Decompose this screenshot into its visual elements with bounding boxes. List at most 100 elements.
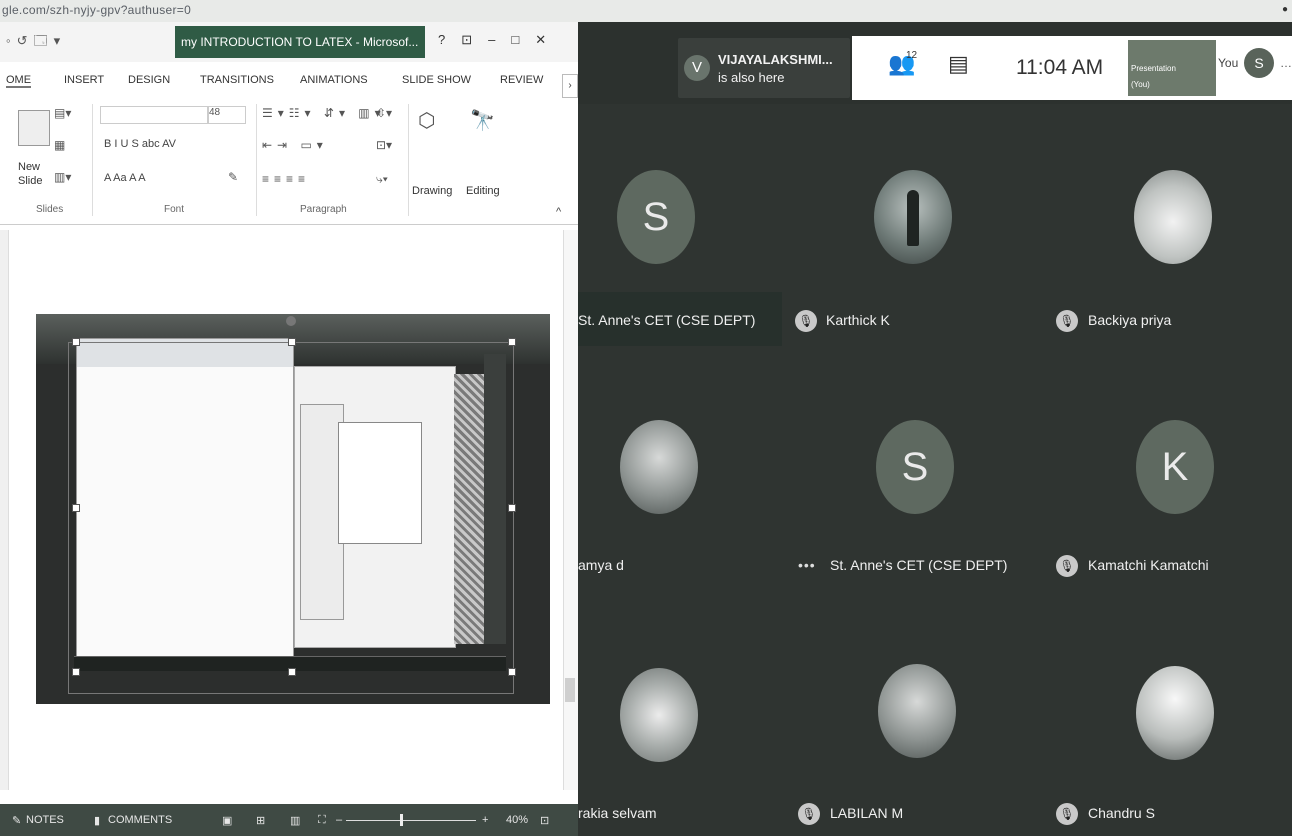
shapes-icon[interactable]: ⬡: [418, 108, 435, 133]
normal-view-icon[interactable]: ▣: [222, 814, 232, 827]
layout-icon[interactable]: ▤▾: [54, 106, 71, 120]
new-slide-label: New Slide: [18, 161, 43, 187]
more-options-icon[interactable]: …: [1280, 56, 1292, 70]
selection-frame[interactable]: [68, 342, 514, 694]
drawing-button[interactable]: Drawing: [412, 184, 452, 198]
zoom-in-button[interactable]: +: [482, 814, 488, 826]
smartart-icon[interactable]: ⤷▾: [376, 172, 388, 187]
tab-review[interactable]: REVIEW: [500, 74, 543, 86]
rotate-handle[interactable]: [286, 316, 296, 326]
customize-icon[interactable]: ▾: [54, 33, 67, 48]
person-silhouette: [907, 190, 919, 246]
font-name-select[interactable]: [100, 106, 208, 124]
zoom-level[interactable]: 40%: [506, 814, 528, 826]
slideshow-icon[interactable]: 🗔: [34, 33, 54, 48]
avatar: S: [617, 170, 695, 264]
ribbon-home: New Slide ▤▾ ▦ ▥▾ 48 B I U S abc AV A Aa…: [0, 98, 578, 225]
you-label: You: [1218, 56, 1239, 70]
undo-icon[interactable]: ↺: [17, 33, 34, 48]
font-size-select[interactable]: 48: [208, 106, 246, 124]
thumbnail-pane-edge[interactable]: [0, 230, 9, 790]
scrollbar-thumb[interactable]: [565, 678, 575, 702]
group-label-font: Font: [164, 204, 185, 215]
tab-scroll-right-icon[interactable]: ›: [562, 74, 578, 98]
tab-transitions[interactable]: TRANSITIONS: [200, 74, 274, 86]
mic-muted-icon: 🎙: [795, 310, 817, 332]
resize-handle[interactable]: [508, 338, 516, 346]
resize-handle[interactable]: [288, 338, 296, 346]
resize-handle[interactable]: [72, 668, 80, 676]
close-button[interactable]: ✕: [535, 32, 562, 47]
binoculars-icon[interactable]: 🔭: [470, 108, 495, 133]
text-direction-icon[interactable]: ⇳▾: [376, 106, 392, 120]
ribbon-display-button[interactable]: ⊡: [461, 32, 488, 47]
divider: [408, 104, 409, 216]
participant-name: rakia selvam: [578, 805, 657, 821]
participant-name: amya d: [578, 557, 624, 573]
comments-icon[interactable]: ▮: [94, 814, 100, 827]
title-bar: ◦↺🗔▾ my INTRODUCTION TO LATEX - Microsof…: [0, 22, 578, 62]
presentation-sub: (You): [1131, 80, 1150, 89]
resize-handle[interactable]: [288, 668, 296, 676]
comments-button[interactable]: COMMENTS: [108, 814, 172, 826]
indent-buttons[interactable]: ⇤⇥ ▭▾: [262, 138, 328, 152]
help-button[interactable]: ?: [438, 32, 461, 47]
editing-button[interactable]: Editing: [466, 184, 500, 198]
align-buttons[interactable]: ≡≡≡≡: [262, 172, 310, 186]
tab-animations[interactable]: ANIMATIONS: [300, 74, 368, 86]
quick-access-toolbar[interactable]: ◦↺🗔▾: [6, 32, 66, 54]
vertical-scrollbar[interactable]: [563, 230, 578, 790]
section-icon[interactable]: ▥▾: [54, 170, 71, 184]
new-slide-icon[interactable]: [18, 110, 50, 146]
slideshow-view-icon[interactable]: ⛶: [318, 814, 326, 827]
url-text[interactable]: gle.com/szh-nyjy-gpv?authuser=0: [2, 3, 191, 17]
notes-button[interactable]: NOTES: [26, 814, 64, 826]
tab-insert[interactable]: INSERT: [64, 74, 104, 86]
zoom-out-button[interactable]: –: [336, 814, 342, 826]
avatar: S: [876, 420, 954, 514]
profile-icon[interactable]: ●: [1282, 4, 1288, 15]
mic-muted-icon: 🎙: [798, 803, 820, 825]
participant-name: Kamatchi Kamatchi: [1088, 557, 1209, 573]
clear-formatting-icon[interactable]: ✎: [228, 170, 238, 184]
avatar: V: [684, 55, 710, 81]
group-label-slides: Slides: [36, 204, 64, 215]
zoom-slider[interactable]: [346, 820, 476, 821]
more-options-icon[interactable]: •••: [798, 557, 816, 573]
font-size-value: 48: [209, 107, 221, 118]
presentation-tile[interactable]: Presentation (You): [1128, 40, 1216, 96]
fit-to-window-icon[interactable]: ⊡: [540, 814, 549, 827]
avatar: [1134, 170, 1212, 264]
chat-icon[interactable]: ▤: [948, 51, 969, 77]
font-formatting-buttons[interactable]: B I U S abc AV: [104, 138, 176, 150]
resize-handle[interactable]: [508, 504, 516, 512]
window-controls: ?⊡–□✕: [438, 32, 562, 48]
reading-view-icon[interactable]: ▥: [290, 814, 300, 827]
zoom-slider-knob[interactable]: [400, 814, 403, 826]
resize-handle[interactable]: [508, 668, 516, 676]
tab-slide-show[interactable]: SLIDE SHOW: [402, 74, 471, 86]
new-slide-button[interactable]: New Slide: [18, 160, 42, 188]
slide-sorter-icon[interactable]: ⊞: [256, 814, 265, 827]
status-bar: ✎ NOTES ▮ COMMENTS ▣ ⊞ ▥ ⛶ – + 40% ⊡: [0, 804, 578, 836]
collapse-ribbon-icon[interactable]: ^: [556, 206, 561, 218]
font-size-buttons[interactable]: A Aa A A: [104, 172, 146, 184]
powerpoint-window: ◦↺🗔▾ my INTRODUCTION TO LATEX - Microsof…: [0, 22, 578, 836]
maximize-button[interactable]: □: [511, 32, 535, 47]
resize-handle[interactable]: [72, 504, 80, 512]
tab-home[interactable]: OME: [6, 74, 32, 88]
tab-design[interactable]: DESIGN: [128, 74, 170, 86]
align-text-icon[interactable]: ⊡▾: [376, 138, 392, 152]
reset-icon[interactable]: ▦: [54, 138, 65, 152]
notes-icon[interactable]: ✎: [12, 814, 21, 827]
resize-handle[interactable]: [72, 338, 80, 346]
minimize-button[interactable]: –: [488, 32, 511, 47]
participant-name: LABILAN M: [830, 805, 904, 821]
menu-icon[interactable]: ◦: [6, 33, 17, 48]
list-buttons[interactable]: ☰▾☷▾ ⇵▾ ▥▾: [262, 106, 386, 120]
also-here-notification[interactable]: V VIJAYALAKSHMI... is also here: [678, 38, 850, 98]
self-avatar[interactable]: S: [1244, 48, 1274, 78]
avatar: [620, 420, 698, 514]
avatar: [878, 664, 956, 758]
avatar: [1136, 666, 1214, 760]
